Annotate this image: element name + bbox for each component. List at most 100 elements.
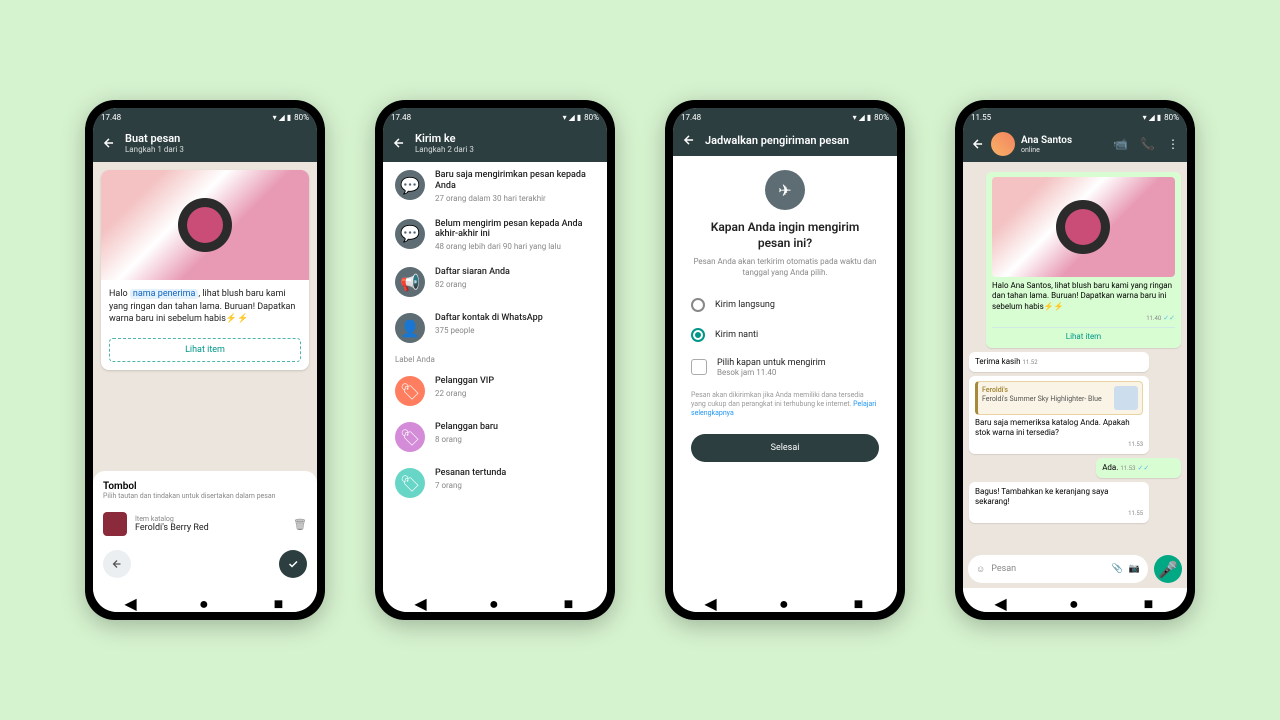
nav-back-icon[interactable]: ◀ xyxy=(124,594,136,606)
send-later-icon: ✈ xyxy=(765,170,805,210)
message-image xyxy=(992,177,1175,277)
message-in[interactable]: Terima kasih 11.52 xyxy=(969,352,1149,372)
label-item[interactable]: 🏷Pelanggan baru8 orang xyxy=(383,414,607,460)
chat-icon: 💬 xyxy=(395,170,425,200)
panel-subtitle: Pilih tautan dan tindakan untuk disertak… xyxy=(103,492,307,500)
chat-status: online xyxy=(1021,146,1072,154)
chat-header: Ana Santos online 📹 📞 ⋮ xyxy=(963,126,1187,162)
label-item[interactable]: 🏷Pelanggan VIP22 orang xyxy=(383,368,607,414)
back-fab[interactable] xyxy=(103,550,131,578)
status-bar: 17.48 ▾ ◢ ▮ 80% xyxy=(383,108,607,126)
product-thumb xyxy=(1114,386,1138,410)
nav-home-icon[interactable]: ● xyxy=(779,594,791,606)
nav-home-icon[interactable]: ● xyxy=(1069,594,1081,606)
radio-send-later[interactable]: Kirim nanti xyxy=(673,320,897,350)
nav-recent-icon[interactable]: ■ xyxy=(854,594,866,606)
phone-schedule: 17.48 ▾ ◢ ▮ 80% Jadwalkan pengiriman pes… xyxy=(665,100,905,620)
phone-chat: 11.55 ▾ ◢ ▮ 80% Ana Santos online 📹 📞 ⋮ … xyxy=(955,100,1195,620)
message-in[interactable]: Feroldi'sFeroldi's Summer Sky Highlighte… xyxy=(969,376,1149,454)
schedule-content: ✈ Kapan Anda ingin mengirim pesan ini? P… xyxy=(673,156,897,588)
android-navbar: ◀ ● ■ xyxy=(673,588,897,612)
message-preview-card: Halo nama penerima, lihat blush baru kam… xyxy=(101,170,309,370)
recipient-placeholder[interactable]: nama penerima xyxy=(130,289,198,299)
avatar[interactable] xyxy=(991,132,1015,156)
radio-icon xyxy=(691,328,705,342)
status-bar: 17.48 ▾ ◢ ▮ 80% xyxy=(673,108,897,126)
message-input[interactable]: ☺ Pesan 📎 📷 xyxy=(968,555,1148,583)
list-item[interactable]: 💬Baru saja mengirimkan pesan kepada Anda… xyxy=(383,162,607,211)
panel-title: Tombol xyxy=(103,481,307,492)
android-navbar: ◀ ● ■ xyxy=(963,588,1187,612)
section-label: Label Anda xyxy=(383,351,607,368)
broadcast-icon: 📢 xyxy=(395,267,425,297)
list-item[interactable]: 📢Daftar siaran Anda82 orang xyxy=(383,259,607,305)
phone-send-to: 17.48 ▾ ◢ ▮ 80% Kirim ke Langkah 2 dari … xyxy=(375,100,615,620)
camera-icon[interactable]: 📷 xyxy=(1129,564,1140,574)
message-out[interactable]: Halo Ana Santos, lihat blush baru kami y… xyxy=(986,172,1181,348)
step-label: Langkah 2 dari 3 xyxy=(415,145,474,154)
message-out[interactable]: Ada. 11.53✓✓ xyxy=(1096,458,1181,478)
chat-input-bar: ☺ Pesan 📎 📷 🎤 xyxy=(963,550,1187,588)
disclaimer-text: Pesan akan dikirimkan jika Anda memiliki… xyxy=(673,385,897,424)
status-bar: 11.55 ▾ ◢ ▮ 80% xyxy=(963,108,1187,126)
list-item[interactable]: 💬Belum mengirim pesan kepada Anda akhir-… xyxy=(383,211,607,260)
call-icon[interactable]: 📞 xyxy=(1140,137,1155,151)
tag-icon: 🏷 xyxy=(395,468,425,498)
video-call-icon[interactable]: 📹 xyxy=(1113,137,1128,151)
more-icon[interactable]: ⋮ xyxy=(1167,137,1179,151)
confirm-fab[interactable] xyxy=(279,550,307,578)
message-text[interactable]: Halo nama penerima, lihat blush baru kam… xyxy=(101,280,309,334)
delete-icon[interactable]: 🗑 xyxy=(293,518,307,531)
radio-send-now[interactable]: Kirim langsung xyxy=(673,290,897,320)
catalog-item-row[interactable]: Item katalog Feroldi's Berry Red 🗑 xyxy=(103,508,307,540)
status-bar: 17.48 ▾ ◢ ▮ 80% xyxy=(93,108,317,126)
app-bar: Jadwalkan pengiriman pesan xyxy=(673,126,897,156)
view-item-button[interactable]: Lihat item xyxy=(109,338,301,362)
back-icon[interactable] xyxy=(971,137,985,151)
catalog-thumb xyxy=(103,512,127,536)
schedule-headline: Kapan Anda ingin mengirim pesan ini? xyxy=(673,220,897,251)
chat-icon: 💬 xyxy=(395,219,425,249)
page-title: Buat pesan xyxy=(125,132,184,145)
nav-home-icon[interactable]: ● xyxy=(199,594,211,606)
message-in[interactable]: Bagus! Tambahkan ke keranjang saya sekar… xyxy=(969,482,1149,523)
back-icon[interactable] xyxy=(681,132,697,148)
nav-back-icon[interactable]: ◀ xyxy=(994,594,1006,606)
android-navbar: ◀ ● ■ xyxy=(93,588,317,612)
view-item-link[interactable]: Lihat item xyxy=(992,327,1175,342)
page-title: Jadwalkan pengiriman pesan xyxy=(705,134,849,147)
tag-icon: 🏷 xyxy=(395,422,425,452)
product-image xyxy=(101,170,309,280)
back-icon[interactable] xyxy=(101,135,117,151)
app-bar: Kirim ke Langkah 2 dari 3 xyxy=(383,126,607,162)
radio-icon xyxy=(691,298,705,312)
nav-back-icon[interactable]: ◀ xyxy=(704,594,716,606)
schedule-time-row[interactable]: Pilih kapan untuk mengirim Besok jam 11.… xyxy=(673,350,897,385)
attach-icon[interactable]: 📎 xyxy=(1112,564,1123,574)
nav-recent-icon[interactable]: ■ xyxy=(1144,594,1156,606)
chat-name[interactable]: Ana Santos xyxy=(1021,135,1072,146)
recipient-list: 💬Baru saja mengirimkan pesan kepada Anda… xyxy=(383,162,607,588)
label-item[interactable]: 🏷Pesanan tertunda7 orang xyxy=(383,460,607,506)
emoji-icon[interactable]: ☺ xyxy=(976,564,985,575)
contact-icon: 👤 xyxy=(395,313,425,343)
android-navbar: ◀ ● ■ xyxy=(383,588,607,612)
nav-recent-icon[interactable]: ■ xyxy=(564,594,576,606)
product-reference[interactable]: Feroldi'sFeroldi's Summer Sky Highlighte… xyxy=(975,381,1143,415)
step-label: Langkah 1 dari 3 xyxy=(125,145,184,154)
button-panel: Tombol Pilih tautan dan tindakan untuk d… xyxy=(93,471,317,588)
chat-messages[interactable]: Halo Ana Santos, lihat blush baru kami y… xyxy=(963,162,1187,550)
nav-home-icon[interactable]: ● xyxy=(489,594,501,606)
back-icon[interactable] xyxy=(391,135,407,151)
nav-recent-icon[interactable]: ■ xyxy=(274,594,286,606)
app-bar: Buat pesan Langkah 1 dari 3 xyxy=(93,126,317,162)
list-item[interactable]: 👤Daftar kontak di WhatsApp375 people xyxy=(383,305,607,351)
compose-content: Halo nama penerima, lihat blush baru kam… xyxy=(93,162,317,588)
mic-button[interactable]: 🎤 xyxy=(1154,555,1182,583)
page-title: Kirim ke xyxy=(415,132,474,145)
done-button[interactable]: Selesai xyxy=(691,434,879,462)
calendar-icon xyxy=(691,359,707,375)
schedule-sub: Pesan Anda akan terkirim otomatis pada w… xyxy=(673,251,897,290)
phone-compose: 17.48 ▾ ◢ ▮ 80% Buat pesan Langkah 1 dar… xyxy=(85,100,325,620)
nav-back-icon[interactable]: ◀ xyxy=(414,594,426,606)
